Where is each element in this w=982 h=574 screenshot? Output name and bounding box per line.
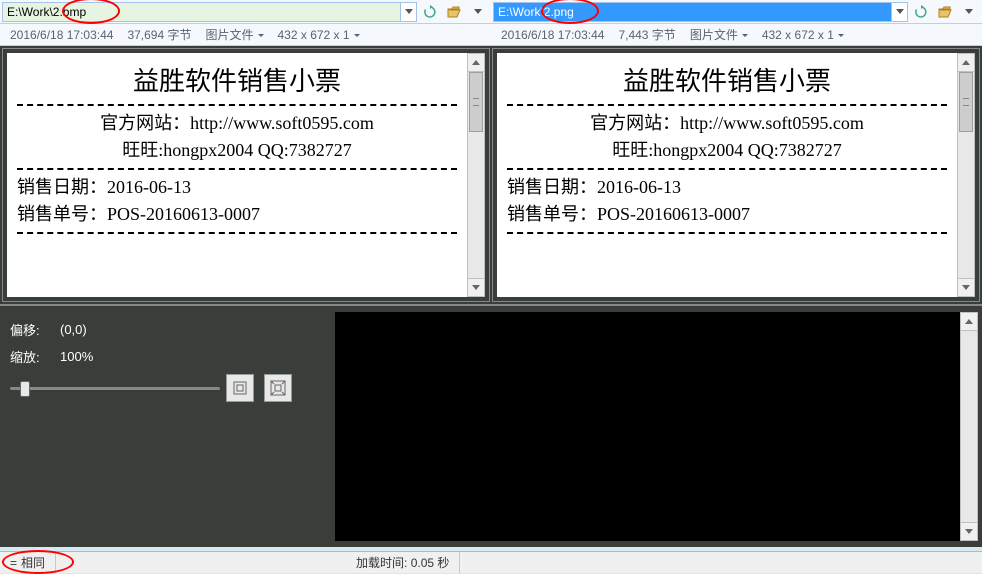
- scroll-thumb[interactable]: [959, 72, 973, 132]
- divider: [507, 168, 947, 170]
- fit-actual-button[interactable]: [226, 374, 254, 402]
- ticket-sale-date: 销售日期：2016-06-13: [17, 174, 457, 201]
- right-open-button[interactable]: [934, 2, 956, 22]
- right-image-preview[interactable]: 益胜软件销售小票 官方网站：http://www.soft0595.com 旺旺…: [497, 53, 957, 297]
- ticket-content: 益胜软件销售小票 官方网站：http://www.soft0595.com 旺旺…: [497, 53, 957, 246]
- divider: [17, 104, 457, 106]
- load-time-text: 加载时间: 0.05 秒: [356, 554, 449, 571]
- zoom-value: 100%: [60, 349, 93, 364]
- difference-view[interactable]: [335, 312, 960, 541]
- scroll-down-icon[interactable]: [468, 278, 484, 296]
- zoom-label: 缩放:: [10, 347, 60, 366]
- right-size: 7,443 字节: [618, 26, 675, 43]
- status-bar: = 相同 加载时间: 0.05 秒: [0, 551, 982, 573]
- left-open-button[interactable]: [443, 2, 465, 22]
- right-refresh-button[interactable]: [910, 2, 932, 22]
- ticket-title: 益胜软件销售小票: [507, 61, 947, 98]
- right-image-pane: 益胜软件销售小票 官方网站：http://www.soft0595.com 旺旺…: [492, 48, 980, 302]
- divider: [507, 232, 947, 234]
- divider: [17, 232, 457, 234]
- ticket-website: 官方网站：http://www.soft0595.com: [17, 110, 457, 137]
- status-equal: = 相同: [0, 552, 56, 573]
- status-load-time: 加载时间: 0.05 秒: [346, 552, 460, 573]
- scroll-up-icon[interactable]: [958, 54, 974, 72]
- right-more-button[interactable]: [958, 2, 980, 22]
- right-scrollbar[interactable]: [957, 53, 975, 297]
- slider-thumb[interactable]: [20, 381, 30, 397]
- ticket-sale-no: 销售单号：POS-20160613-0007: [507, 201, 947, 228]
- scroll-down-icon[interactable]: [958, 278, 974, 296]
- zoom-slider[interactable]: [10, 378, 220, 398]
- compare-area: 益胜软件销售小票 官方网站：http://www.soft0595.com 旺旺…: [0, 46, 982, 304]
- ticket-contact: 旺旺:hongpx2004 QQ:7382727: [17, 137, 457, 164]
- left-date: 2016/6/18 17:03:44: [10, 28, 113, 42]
- left-info: 2016/6/18 17:03:44 37,694 字节 图片文件 432 x …: [0, 24, 491, 45]
- equal-text: 相同: [21, 554, 45, 571]
- left-image-preview[interactable]: 益胜软件销售小票 官方网站：http://www.soft0595.com 旺旺…: [7, 53, 467, 297]
- right-type-dropdown[interactable]: 图片文件: [690, 26, 748, 43]
- right-path-dropdown[interactable]: [892, 2, 908, 22]
- ticket-website: 官方网站：http://www.soft0595.com: [507, 110, 947, 137]
- ticket-sale-no: 销售单号：POS-20160613-0007: [17, 201, 457, 228]
- offset-label: 偏移:: [10, 320, 60, 339]
- controls-panel: 偏移: (0,0) 缩放: 100%: [0, 306, 335, 547]
- divider: [507, 104, 947, 106]
- scroll-up-icon[interactable]: [961, 313, 977, 331]
- right-info: 2016/6/18 17:03:44 7,443 字节 图片文件 432 x 6…: [491, 24, 982, 45]
- scroll-down-icon[interactable]: [961, 522, 977, 540]
- right-date: 2016/6/18 17:03:44: [501, 28, 604, 42]
- left-path-dropdown[interactable]: [401, 2, 417, 22]
- scroll-track[interactable]: [961, 331, 977, 522]
- left-image-pane: 益胜软件销售小票 官方网站：http://www.soft0595.com 旺旺…: [2, 48, 490, 302]
- ticket-title: 益胜软件销售小票: [17, 61, 457, 98]
- scroll-thumb[interactable]: [469, 72, 483, 132]
- left-path-input[interactable]: [2, 2, 401, 22]
- scroll-up-icon[interactable]: [468, 54, 484, 72]
- slider-track: [10, 387, 220, 390]
- divider: [17, 168, 457, 170]
- info-bar: 2016/6/18 17:03:44 37,694 字节 图片文件 432 x …: [0, 24, 982, 46]
- path-toolbar: [0, 0, 982, 24]
- equal-icon: =: [10, 556, 17, 570]
- ticket-sale-date: 销售日期：2016-06-13: [507, 174, 947, 201]
- left-more-button[interactable]: [467, 2, 489, 22]
- left-type-dropdown[interactable]: 图片文件: [205, 26, 263, 43]
- scroll-track[interactable]: [958, 72, 974, 278]
- right-path-group: [491, 0, 982, 23]
- ticket-contact: 旺旺:hongpx2004 QQ:7382727: [507, 137, 947, 164]
- lower-panel: 偏移: (0,0) 缩放: 100%: [0, 304, 982, 547]
- left-size: 37,694 字节: [127, 26, 191, 43]
- left-path-group: [0, 0, 491, 23]
- ticket-content: 益胜软件销售小票 官方网站：http://www.soft0595.com 旺旺…: [7, 53, 467, 246]
- left-scrollbar[interactable]: [467, 53, 485, 297]
- left-refresh-button[interactable]: [419, 2, 441, 22]
- offset-value: (0,0): [60, 322, 87, 337]
- diff-scrollbar[interactable]: [960, 312, 978, 541]
- fit-window-button[interactable]: [264, 374, 292, 402]
- scroll-track[interactable]: [468, 72, 484, 278]
- right-dimensions-dropdown[interactable]: 432 x 672 x 1: [762, 28, 844, 42]
- left-dimensions-dropdown[interactable]: 432 x 672 x 1: [278, 28, 360, 42]
- right-path-input[interactable]: [493, 2, 892, 22]
